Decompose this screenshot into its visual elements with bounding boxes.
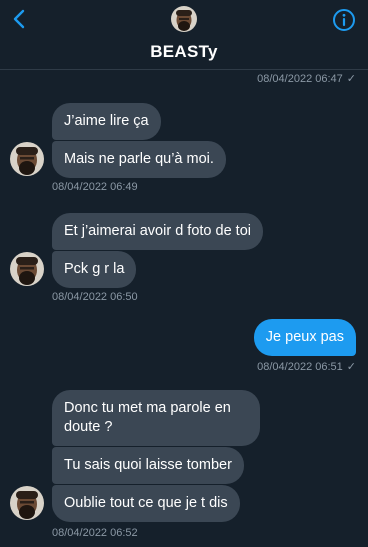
message-timestamp: 08/04/2022 06:52: [52, 527, 138, 539]
conversation-title[interactable]: BEASTy: [0, 42, 368, 62]
read-check-icon: ✓: [346, 73, 356, 85]
avatar-image: [10, 486, 44, 520]
avatar-image: [10, 252, 44, 286]
message-bubble[interactable]: Oublie tout ce que je t dis: [52, 485, 240, 522]
message-bubble[interactable]: J’aime lire ça: [52, 103, 161, 140]
message-bubble[interactable]: Tu sais quoi laisse tomber: [52, 447, 244, 484]
message-timestamp: 08/04/2022 06:49: [52, 181, 138, 193]
info-icon: [333, 9, 355, 31]
info-button[interactable]: [332, 8, 356, 32]
read-check-icon: ✓: [346, 361, 356, 373]
message-bubble-outgoing[interactable]: Je peux pas: [253, 319, 356, 356]
avatar-image: [171, 6, 197, 32]
message-timestamp: 08/04/2022 06:50: [52, 291, 138, 303]
sender-avatar[interactable]: [10, 142, 44, 176]
header-avatar[interactable]: [171, 6, 197, 32]
message-bubble[interactable]: Mais ne parle qu’à moi.: [52, 141, 226, 178]
message-timestamp: 08/04/2022 06:51 ✓: [257, 360, 356, 373]
timestamp-text: 08/04/2022 06:51: [257, 361, 343, 373]
message-bubble[interactable]: Et j’aimerai avoir d foto de toi: [52, 213, 263, 250]
message-bubble[interactable]: Pck g r la: [52, 251, 137, 288]
conversation-header: BEASTy: [0, 0, 368, 70]
back-button[interactable]: [6, 6, 32, 32]
sender-avatar[interactable]: [10, 486, 44, 520]
message-timestamp: 08/04/2022 06:47 ✓: [257, 72, 356, 85]
message-bubble[interactable]: Donc tu met ma parole en doute ?: [52, 390, 260, 446]
chevron-left-icon: [13, 9, 25, 29]
timestamp-text: 08/04/2022 06:47: [257, 73, 343, 85]
sender-avatar[interactable]: [10, 252, 44, 286]
avatar-image: [10, 142, 44, 176]
